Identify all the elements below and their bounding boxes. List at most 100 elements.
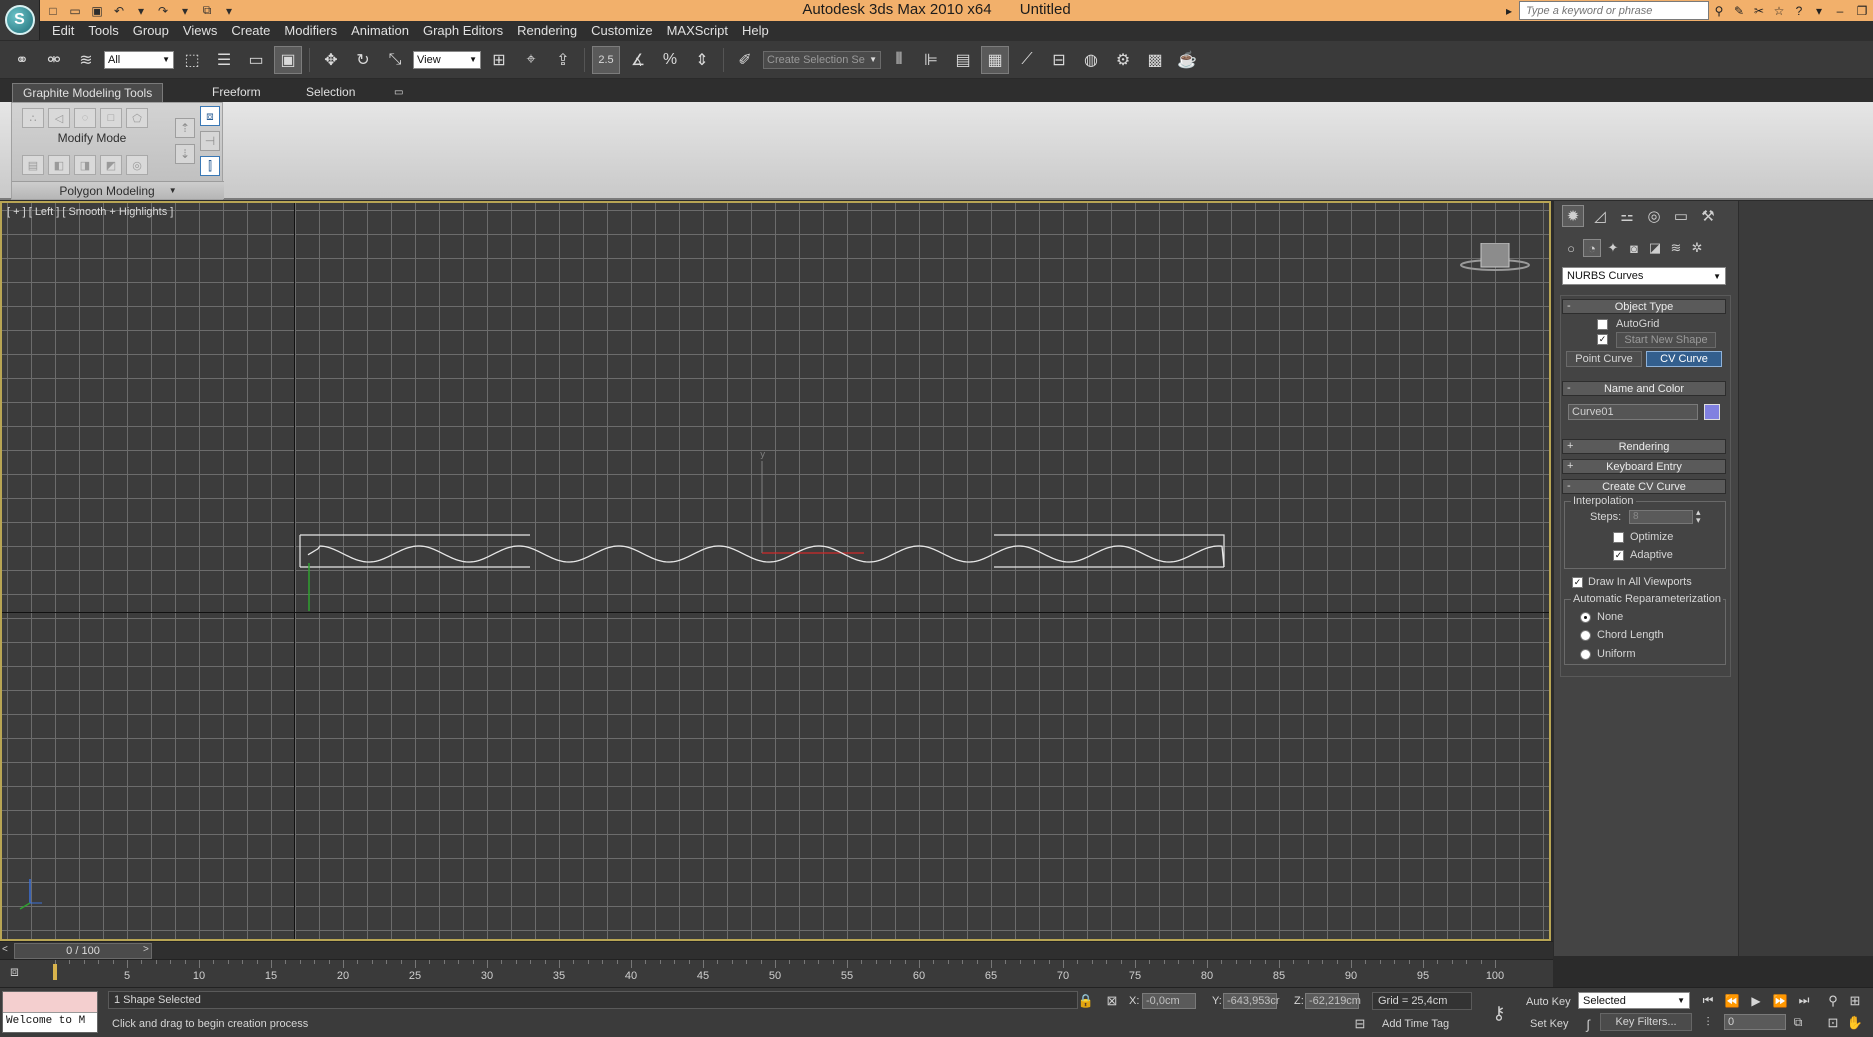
restore-icon[interactable]: ❐	[1851, 1, 1873, 20]
default-in-out-tangent-icon[interactable]: ∫	[1580, 1016, 1596, 1032]
pivot-center-icon[interactable]: ⊞	[485, 46, 513, 74]
next-frame-icon[interactable]: >	[143, 944, 153, 958]
curve-editor-icon[interactable]: ⟋	[1013, 46, 1041, 74]
z-coordinate-input[interactable]: -62,219cm	[1305, 993, 1361, 1009]
rollout-keyboard-entry[interactable]: + Keyboard Entry	[1562, 459, 1726, 474]
menu-modifiers[interactable]: Modifiers	[284, 21, 337, 41]
track-bar[interactable]: ⧈ 5 10 15 20 25 30 35 40 45 50 55 60 65 70 75 80 85 90 95 1…	[0, 959, 1553, 987]
play-icon[interactable]: ▶	[1746, 992, 1766, 1009]
previous-modifier-icon[interactable]: ◧	[48, 155, 70, 175]
window-crossing-icon[interactable]: ▣	[274, 45, 302, 74]
schematic-view-icon[interactable]: ⊟	[1045, 46, 1073, 74]
stack-icon[interactable]: ▤	[22, 155, 44, 175]
rectangular-selection-icon[interactable]: ▭	[242, 46, 270, 74]
add-time-tag[interactable]: Add Time Tag	[1382, 1018, 1449, 1030]
favorites-icon[interactable]: ☆	[1769, 1, 1789, 20]
new-file-icon[interactable]: □	[44, 3, 62, 19]
named-selection-sets-dropdown[interactable]: Create Selection Se ▼	[763, 50, 881, 69]
preserve-uvs-icon[interactable]: ⫿	[200, 156, 220, 176]
menu-edit[interactable]: Edit	[52, 21, 74, 41]
binoculars-icon[interactable]: ⚲	[1709, 1, 1729, 20]
draw-in-all-viewports-checkbox[interactable]: ✓	[1572, 577, 1583, 588]
minimize-icon[interactable]: –	[1829, 1, 1851, 20]
rollout-object-type[interactable]: - Object Type	[1562, 299, 1726, 314]
collapse-stack-icon[interactable]: ⇣	[175, 144, 195, 164]
edit-named-selection-icon[interactable]: ✐	[731, 46, 759, 74]
use-soft-selection-icon[interactable]: ◎	[126, 155, 148, 175]
pin-stack-icon[interactable]: ⇡	[175, 118, 195, 138]
search-input[interactable]	[1519, 1, 1709, 20]
material-editor-icon[interactable]: ◍	[1077, 46, 1105, 74]
show-end-result-icon[interactable]: ⧈	[200, 106, 220, 126]
zoom-icon[interactable]: ⚲	[1824, 992, 1842, 1010]
snaps-toggle-icon[interactable]: 2.5	[592, 45, 620, 74]
redo-icon[interactable]: ↷	[154, 3, 172, 19]
zoom-extents-icon[interactable]: ⊡	[1824, 1014, 1842, 1032]
cameras-icon[interactable]: ◙	[1625, 239, 1643, 257]
select-and-manipulate-icon[interactable]: ⌖	[517, 46, 545, 74]
object-name-input[interactable]: Curve01	[1568, 404, 1698, 420]
steps-spinner[interactable]: 8	[1629, 510, 1693, 524]
viewport-label[interactable]: [ + ] [ Left ] [ Smooth + Highlights ]	[7, 206, 173, 218]
create-tab-icon[interactable]: ✹	[1562, 205, 1584, 227]
display-tab-icon[interactable]: ▭	[1670, 205, 1692, 227]
save-file-icon[interactable]: ▣	[88, 3, 106, 19]
menu-maxscript[interactable]: MAXScript	[667, 21, 728, 41]
communication-center-icon[interactable]: ✎	[1729, 1, 1749, 20]
absolute-mode-transform-icon[interactable]: ⊠	[1104, 993, 1120, 1009]
y-coordinate-input[interactable]: -643,953cr	[1223, 993, 1280, 1009]
unlink-icon[interactable]: ⚮	[40, 46, 68, 74]
select-and-link-icon[interactable]: ⚭	[8, 46, 36, 74]
application-button[interactable]: S	[0, 0, 40, 40]
time-slider-thumb[interactable]: 0 / 100	[14, 943, 152, 959]
menu-customize[interactable]: Customize	[591, 21, 652, 41]
vertex-icon[interactable]: ∴	[22, 108, 44, 128]
start-new-shape-checkbox[interactable]: ✓	[1597, 334, 1608, 345]
next-key-icon[interactable]: ⏩	[1770, 992, 1790, 1009]
undo-dropdown-icon[interactable]: ▾	[132, 3, 150, 19]
shapes-icon[interactable]: ◔	[1583, 239, 1601, 257]
start-new-shape-button[interactable]: Start New Shape	[1616, 332, 1716, 348]
menu-tools[interactable]: Tools	[88, 21, 118, 41]
geometry-icon[interactable]: ○	[1562, 239, 1580, 257]
object-color-swatch[interactable]	[1704, 404, 1720, 420]
go-to-end-icon[interactable]: ⏭	[1794, 992, 1814, 1009]
angle-snap-icon[interactable]: ∡	[624, 46, 652, 74]
rollout-name-and-color[interactable]: - Name and Color	[1562, 381, 1726, 396]
modify-tab-icon[interactable]: ◿	[1589, 205, 1611, 227]
select-and-rotate-icon[interactable]: ↻	[349, 46, 377, 74]
repar-uniform-radio[interactable]	[1580, 649, 1591, 660]
zoom-all-icon[interactable]: ⊞	[1846, 992, 1864, 1010]
auto-key-button[interactable]: Auto Key	[1526, 996, 1571, 1008]
key-filters-button[interactable]: Key Filters...	[1600, 1013, 1692, 1031]
cv-curve-button[interactable]: CV Curve	[1646, 351, 1722, 367]
open-mini-curve-editor-icon[interactable]: ⧈	[10, 963, 32, 983]
menu-group[interactable]: Group	[133, 21, 169, 41]
open-file-icon[interactable]: ▭	[66, 3, 84, 19]
spinner-arrows-icon[interactable]: ▴ ▾	[1696, 508, 1701, 525]
undo-icon[interactable]: ↶	[110, 3, 128, 19]
search-expand-icon[interactable]: ▸	[1499, 1, 1519, 20]
mirror-icon[interactable]: ⫴	[885, 46, 913, 74]
menu-rendering[interactable]: Rendering	[517, 21, 577, 41]
selection-filter-dropdown[interactable]: All ▼	[104, 50, 174, 69]
bind-space-warp-icon[interactable]: ≋	[72, 46, 100, 74]
layer-manager-icon[interactable]: ▤	[949, 46, 977, 74]
tab-graphite-modeling-tools[interactable]: Graphite Modeling Tools	[12, 83, 164, 102]
left-viewport[interactable]: y [ + ] [ Left ] [ Smooth + Highlights ]	[0, 201, 1551, 941]
space-warps-icon[interactable]: ≋	[1667, 239, 1685, 257]
tab-freeform[interactable]: Freeform	[202, 83, 271, 102]
adaptive-checkbox[interactable]: ✓	[1613, 550, 1624, 561]
autogrid-checkbox[interactable]	[1597, 319, 1608, 330]
time-cursor[interactable]	[53, 964, 57, 980]
polygon-modeling-dropdown[interactable]: Polygon Modeling ▼	[12, 181, 224, 199]
maxscript-macro-line[interactable]	[3, 992, 97, 1012]
key-mode-dropdown[interactable]: Selected ▼	[1578, 992, 1690, 1009]
previous-key-icon[interactable]: ⏪	[1722, 992, 1742, 1009]
ribbon-minimize-icon[interactable]: ▭	[390, 83, 407, 102]
time-tag-icon[interactable]: ⊟	[1352, 1016, 1368, 1032]
border-icon[interactable]: ◌	[74, 108, 96, 128]
qat-customize-icon[interactable]: ▾	[220, 3, 238, 19]
percent-snap-icon[interactable]: %	[656, 46, 684, 74]
time-slider[interactable]: < 0 / 100 >	[0, 941, 1553, 959]
